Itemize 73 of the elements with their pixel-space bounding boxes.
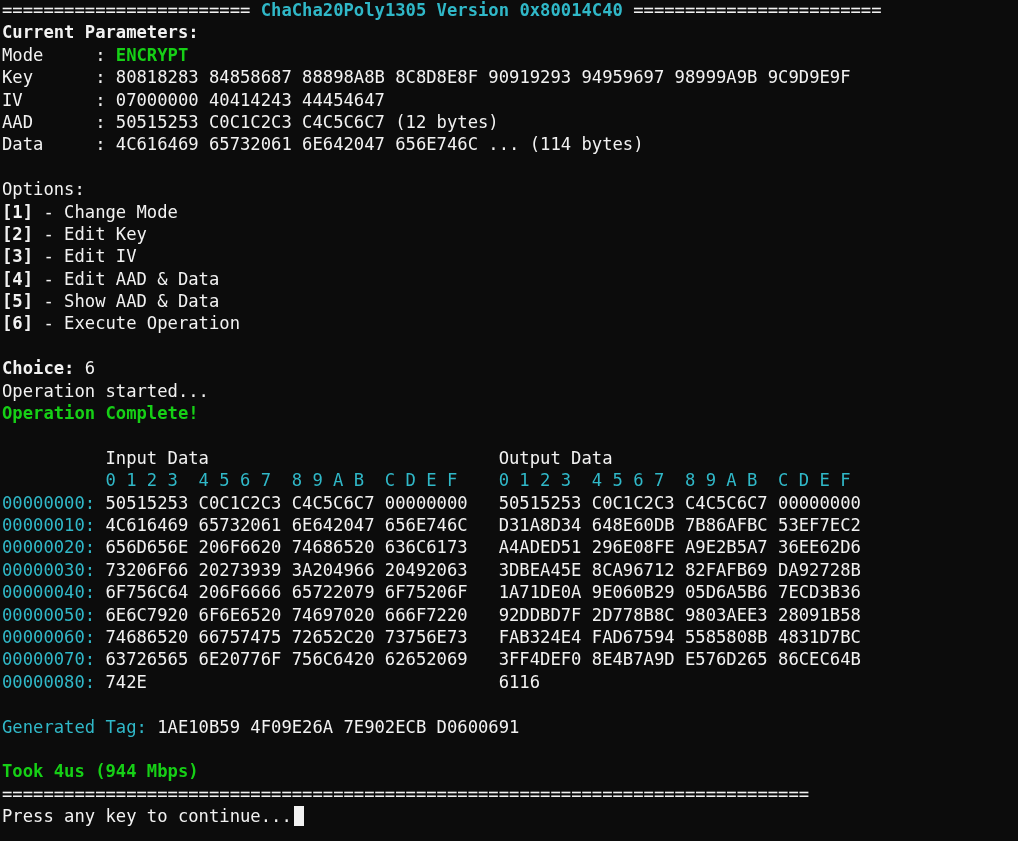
parameter-value: 50515253 C0C1C2C3 C4C5C6C7 (12 bytes) [115, 110, 499, 134]
parameter-label: Data [2, 133, 45, 156]
offset-label: 00000030: [2, 558, 97, 582]
choice-label: Choice: [2, 357, 75, 380]
parameter-value: ENCRYPT [115, 43, 189, 67]
option-key: [5] [2, 290, 34, 313]
parameter-label: Mode [2, 43, 45, 67]
hex-data: 4C616469 65732061 6E642047 656E746C [105, 514, 469, 537]
hex-data: 656D656E 206F6620 74686520 636C6173 [105, 536, 469, 559]
hex-data: 3DBEA45E 8CA96712 82FAFB69 DA92728B [498, 558, 862, 582]
colon-separator: : [95, 110, 106, 134]
hex-data: 92DDBD7F 2D778B8C 9803AEE3 28091B58 [498, 603, 862, 626]
offset-label: 00000010: [2, 514, 97, 537]
status-message: Operation Complete! [2, 402, 199, 425]
hex-data: 50515253 C0C1C2C3 C4C5C6C7 00000000 [105, 491, 469, 514]
column-header: 0 1 2 3 4 5 6 7 8 9 A B C D E F [498, 469, 852, 492]
rule-line: ============================================================================== [2, 782, 810, 806]
offset-label: 00000000: [2, 491, 97, 514]
timing-result: Took 4us (944 Mbps) [2, 760, 199, 783]
option-key: [3] [2, 245, 34, 268]
offset-label: 00000060: [2, 625, 97, 649]
option-key: [6] [2, 312, 34, 335]
hex-data: 742E [105, 670, 148, 694]
text-cursor [293, 806, 305, 827]
tag-label: Generated Tag: [2, 715, 147, 738]
offset-label: 00000070: [2, 648, 97, 671]
hex-data: FAB324E4 FAD67594 5585808B 4831D7BC [498, 625, 862, 649]
colon-separator: : [95, 66, 106, 89]
option-label: - Edit Key [43, 222, 147, 246]
prompt-text: Press any key to continue... [2, 805, 292, 828]
offset-label: 00000040: [2, 581, 97, 604]
option-key: [2] [2, 222, 34, 246]
offset-label: 00000080: [2, 670, 97, 694]
option-label: - Edit IV [43, 245, 137, 268]
hex-data: 1A71DE0A 9E060B29 05D6A5B6 7ECD3B36 [498, 581, 862, 604]
hex-data: 74686520 66757475 72652C20 73756E73 [105, 625, 469, 649]
hex-data: 63726565 6E20776F 756C6420 62652069 [105, 648, 469, 671]
hex-data: 50515253 C0C1C2C3 C4C5C6C7 00000000 [498, 491, 862, 514]
option-label: - Change Mode [43, 200, 178, 223]
dump-title: Output Data [498, 446, 614, 470]
parameter-value: 07000000 40414243 44454647 [115, 88, 385, 111]
option-key: [4] [2, 267, 34, 291]
status-message: Operation started... [2, 379, 209, 403]
parameter-value: 80818283 84858687 88898A8B 8C8D8E8F 90919293 94959697 98999A9B 9C9D9E9F [115, 66, 851, 89]
parameter-label: IV [2, 88, 24, 111]
hex-data: 6E6C7920 6F6E6520 74697020 666F7220 [105, 603, 469, 626]
hex-data: 6116 [498, 670, 542, 694]
option-label: - Show AAD & Data [43, 290, 220, 313]
option-label: - Edit AAD & Data [43, 267, 220, 291]
colon-separator: : [95, 88, 106, 111]
parameter-label: AAD [2, 110, 35, 134]
parameter-label: Key [2, 66, 35, 89]
column-header: 0 1 2 3 4 5 6 7 8 9 A B C D E F [105, 469, 459, 492]
colon-separator: : [95, 133, 106, 156]
hex-data: 3FF4DEF0 8E4B7A9D E576D265 86CEC64B [498, 648, 862, 671]
option-label: - Execute Operation [43, 312, 240, 335]
offset-label: 00000050: [2, 603, 97, 626]
choice-value: 6 [84, 357, 96, 380]
tag-value: 1AE10B59 4F09E26A 7E902ECB D0600691 [157, 715, 520, 738]
parameter-value: 4C616469 65732061 6E642047 656E746C ... (114 bytes) [115, 133, 644, 156]
colon-separator: : [95, 43, 106, 67]
hex-data: A4ADED51 296E08FE A9E2B5A7 36EE62D6 [498, 536, 862, 559]
program-title: ChaCha20Poly1305 Version 0x80014C40 [260, 0, 623, 22]
section-heading: Options: [2, 178, 85, 201]
hex-data: 6F756C64 206F6666 65722079 6F75206F [105, 581, 469, 604]
rule-line: ======================== [633, 0, 882, 22]
hex-data: D31A8D34 648E60DB 7B86AFBC 53EF7EC2 [498, 514, 862, 537]
option-key: [1] [2, 200, 34, 223]
offset-label: 00000020: [2, 536, 97, 559]
dump-title: Input Data [105, 446, 210, 470]
section-heading: Current Parameters: [2, 21, 199, 44]
rule-line: ======================== [2, 0, 251, 22]
hex-data: 73206F66 20273939 3A204966 20492063 [105, 558, 469, 582]
